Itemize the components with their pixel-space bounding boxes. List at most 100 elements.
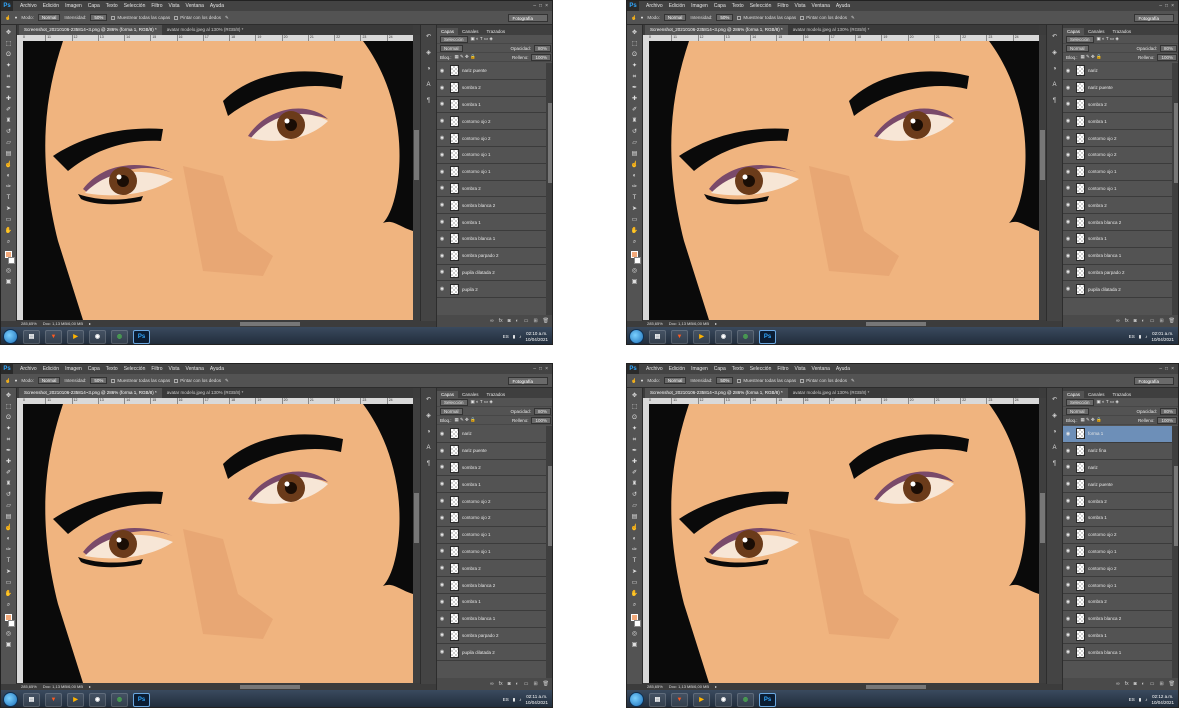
adjustments-icon[interactable]: ◑: [425, 65, 433, 73]
path-select-icon[interactable]: ➤: [630, 568, 639, 576]
panel-tab[interactable]: Trazados: [483, 391, 510, 398]
gradient-tool-icon[interactable]: ▤: [630, 513, 639, 521]
eye-icon[interactable]: ◉: [1063, 135, 1073, 141]
photoshop-icon[interactable]: Ps: [133, 329, 150, 344]
disk-icon[interactable]: ◉: [89, 329, 106, 344]
marquee-tool-icon[interactable]: ⬚: [4, 403, 13, 411]
type-tool-icon[interactable]: T: [4, 557, 13, 565]
pen-tool-icon[interactable]: ✑: [4, 546, 13, 554]
intensity-input[interactable]: 50%: [716, 377, 734, 384]
layer-row[interactable]: ◉ contorno ojo 2: [1063, 560, 1172, 578]
smudge-tool-icon[interactable]: ☝: [631, 378, 637, 384]
layer-row[interactable]: ◉ sombra 1: [1063, 113, 1172, 131]
menu-item[interactable]: Ayuda: [833, 3, 853, 9]
adjustments-icon[interactable]: ◑: [425, 428, 433, 436]
adjustments-icon[interactable]: ◑: [1051, 65, 1059, 73]
layer-row[interactable]: ◉ contorno ojo 2: [1063, 526, 1172, 544]
panel-tab[interactable]: Canales: [458, 391, 483, 398]
blend-mode-select[interactable]: Normal: [440, 407, 463, 415]
layer-row[interactable]: ◉ contorno ojo 1: [1063, 163, 1172, 181]
menu-item[interactable]: Selección: [121, 366, 149, 372]
scrollbar-thumb[interactable]: [414, 493, 419, 543]
screen-mode-icon[interactable]: ▣: [630, 641, 639, 649]
eyedropper-tool-icon[interactable]: ✒: [4, 84, 13, 92]
layer-row[interactable]: ◉ sombra 2: [1063, 593, 1172, 611]
media-player-icon[interactable]: ▶: [693, 692, 710, 707]
pen-tool-icon[interactable]: ✑: [630, 546, 639, 554]
menu-item[interactable]: Filtro: [148, 3, 165, 9]
layer-row[interactable]: ◉ contorno ojo 2: [437, 113, 546, 131]
layer-row[interactable]: ◉ sombra 2: [1063, 197, 1172, 215]
layer-style-icon[interactable]: fx: [499, 681, 503, 687]
brush-preset-icon[interactable]: ●: [641, 15, 644, 20]
photoshop-icon[interactable]: Ps: [759, 329, 776, 344]
add-mask-icon[interactable]: ◙: [508, 318, 511, 324]
history-brush-icon[interactable]: ↺: [630, 491, 639, 499]
folder-icon[interactable]: ▤: [649, 692, 666, 707]
layer-row[interactable]: ◉ sombra 1: [1063, 627, 1172, 645]
kind-filter-select[interactable]: Selección: [1066, 398, 1094, 406]
brush-tool-icon[interactable]: ✐: [630, 469, 639, 477]
layer-row[interactable]: ◉ contorno ojo 2: [1063, 146, 1172, 164]
canvas-vertical-scrollbar[interactable]: [413, 398, 420, 683]
eye-icon[interactable]: ◉: [437, 135, 447, 141]
menu-item[interactable]: Capa: [711, 3, 729, 9]
eye-icon[interactable]: ◉: [437, 68, 447, 74]
pressure-icon[interactable]: ✎: [851, 15, 855, 21]
finger-paint-checkbox[interactable]: Pintar con los dedos: [174, 378, 221, 383]
horizontal-scrollbar[interactable]: [866, 321, 926, 326]
add-mask-icon[interactable]: ◙: [1134, 681, 1137, 687]
windows-start-icon[interactable]: [629, 329, 644, 344]
path-select-icon[interactable]: ➤: [4, 205, 13, 213]
fill-input[interactable]: 100%: [531, 416, 551, 424]
canvas-vertical-scrollbar[interactable]: [413, 35, 420, 320]
minimize-icon[interactable]: –: [533, 366, 536, 372]
eye-icon[interactable]: ◉: [1063, 253, 1073, 259]
document-canvas[interactable]: [23, 41, 413, 320]
gradient-tool-icon[interactable]: ▤: [4, 150, 13, 158]
eye-icon[interactable]: ◉: [1063, 269, 1073, 275]
eye-icon[interactable]: ◉: [1063, 286, 1073, 292]
hand-tool-icon[interactable]: ✋: [630, 590, 639, 598]
delete-layer-icon[interactable]: 🗑: [1169, 318, 1175, 324]
disk-icon[interactable]: ◉: [715, 692, 732, 707]
background-color-swatch[interactable]: [633, 620, 641, 627]
close-icon[interactable]: ×: [545, 3, 548, 9]
clock[interactable]: 02:12 a.m. 10/04/2021: [1151, 694, 1174, 706]
disk-icon[interactable]: ◉: [715, 329, 732, 344]
media-player-icon[interactable]: ▶: [693, 329, 710, 344]
fill-input[interactable]: 100%: [531, 53, 551, 61]
brave-icon[interactable]: ▼: [45, 329, 62, 344]
photoshop-icon[interactable]: Ps: [133, 692, 150, 707]
character-icon[interactable]: A: [1051, 81, 1059, 89]
layer-row[interactable]: ◉ pupila dilatada 2: [437, 264, 546, 282]
layers-scrollbar[interactable]: [1172, 426, 1178, 678]
new-group-icon[interactable]: ▭: [524, 681, 529, 687]
sample-all-checkbox[interactable]: Muestrear todas las capas: [737, 378, 796, 383]
horizontal-scrollbar[interactable]: [240, 684, 300, 689]
crop-tool-icon[interactable]: ⌗: [630, 436, 639, 444]
eyedropper-tool-icon[interactable]: ✒: [630, 447, 639, 455]
layer-row[interactable]: ◉ sombra 2: [437, 560, 546, 578]
status-arrow-icon[interactable]: ▸: [89, 684, 91, 689]
zoom-level[interactable]: 285,65%: [21, 321, 37, 326]
layer-row[interactable]: ◉ nariz puente: [437, 442, 546, 460]
gradient-tool-icon[interactable]: ▤: [630, 150, 639, 158]
finger-paint-checkbox[interactable]: Pintar con los dedos: [800, 15, 847, 20]
smudge-tool-icon[interactable]: ☝: [5, 15, 11, 21]
eraser-tool-icon[interactable]: ▱: [4, 139, 13, 147]
layer-row[interactable]: ◉ pupila dilatada 2: [437, 644, 546, 662]
menu-item[interactable]: Imagen: [62, 3, 85, 9]
eye-icon[interactable]: ◉: [1063, 448, 1073, 454]
smudge-tool-icon[interactable]: ☝: [4, 524, 13, 532]
dodge-tool-icon[interactable]: ◐: [630, 535, 639, 543]
zoom-tool-icon[interactable]: ⌕: [630, 601, 639, 609]
eye-icon[interactable]: ◉: [1063, 481, 1073, 487]
eye-icon[interactable]: ◉: [1063, 68, 1073, 74]
quick-mask-icon[interactable]: ◎: [4, 267, 13, 275]
document-tab[interactable]: Screenshot_20210106-235814~3.png @ 286% …: [645, 25, 788, 35]
network-icon[interactable]: ▮: [1139, 334, 1141, 340]
quick-select-tool-icon[interactable]: ✦: [4, 62, 13, 70]
delete-layer-icon[interactable]: 🗑: [543, 681, 549, 687]
eye-icon[interactable]: ◉: [437, 219, 447, 225]
